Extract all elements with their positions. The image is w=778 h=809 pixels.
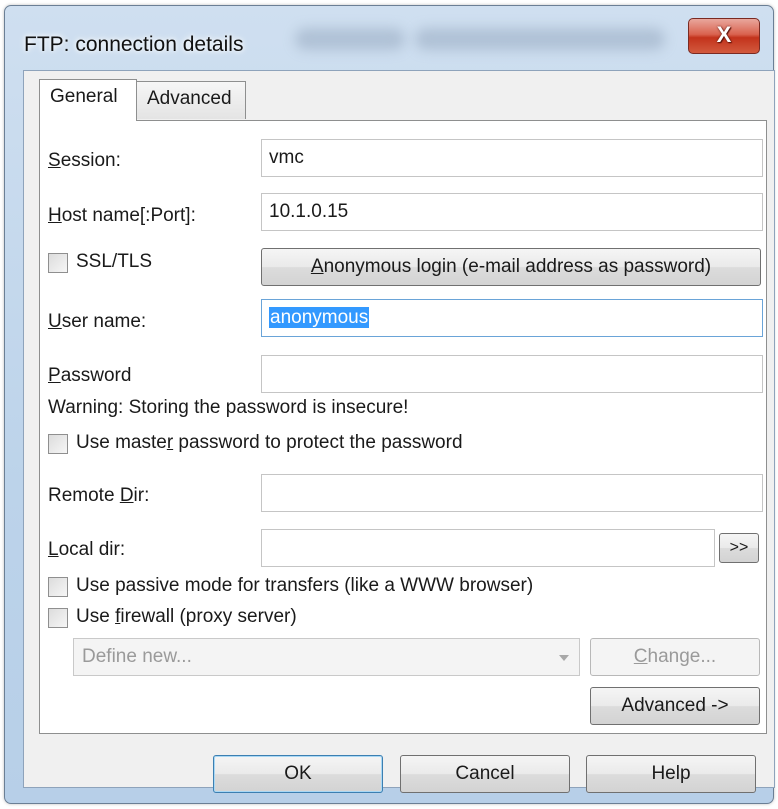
ssl-checkbox[interactable] [48, 253, 68, 273]
password-label: Password [48, 365, 132, 386]
advanced-button[interactable]: Advanced -> [590, 687, 760, 725]
browse-local-dir-button[interactable]: >> [719, 533, 759, 563]
remote-dir-input[interactable] [261, 474, 763, 512]
help-button[interactable]: Help [586, 755, 756, 793]
local-dir-label: Local dir: [48, 539, 126, 560]
password-input[interactable] [261, 355, 763, 393]
dialog-client: General Advanced Session: vmc Host name[… [23, 70, 775, 793]
chevron-down-icon [559, 655, 569, 661]
cancel-button[interactable]: Cancel [400, 755, 570, 793]
proxy-select-value: Define new... [82, 646, 192, 667]
title-bar[interactable]: FTP: connection details X [5, 6, 773, 70]
user-name-label: User name: [48, 311, 147, 332]
close-icon: X [716, 22, 732, 47]
session-input[interactable]: vmc [261, 139, 763, 177]
host-input[interactable]: 10.1.0.15 [261, 193, 763, 231]
selected-text: anonymous [269, 307, 370, 328]
session-label: Session: [48, 150, 121, 171]
background-blur [415, 28, 665, 50]
remote-dir-label: Remote Dir: [48, 485, 150, 506]
proxy-server-select[interactable]: Define new... [73, 638, 580, 676]
host-label: Host name[:Port]: [48, 205, 196, 226]
firewall-checkbox[interactable] [48, 608, 68, 628]
master-password-checkbox[interactable] [48, 434, 68, 454]
close-button[interactable]: X [688, 18, 760, 54]
window-title: FTP: connection details [24, 33, 244, 56]
dialog-window: FTP: connection details X General Advanc… [4, 5, 775, 804]
passive-mode-checkbox[interactable] [48, 577, 68, 597]
change-proxy-button[interactable]: Change... [590, 638, 760, 676]
tab-advanced[interactable]: Advanced [136, 81, 246, 119]
passive-mode-label: Use passive mode for transfers (like a W… [76, 575, 534, 596]
anonymous-login-button[interactable]: Anonymous login (e-mail address as passw… [261, 248, 761, 286]
firewall-label: Use firewall (proxy server) [76, 606, 297, 627]
tab-general[interactable]: General [39, 79, 137, 121]
background-blur [295, 28, 405, 50]
master-password-label: Use master password to protect the passw… [76, 432, 463, 453]
user-name-input[interactable]: anonymous [261, 299, 763, 337]
ok-button[interactable]: OK [213, 755, 383, 793]
general-panel: Session: vmc Host name[:Port]: 10.1.0.15… [39, 120, 767, 734]
password-warning: Warning: Storing the password is insecur… [48, 397, 409, 418]
ssl-label: SSL/TLS [76, 251, 153, 272]
local-dir-input[interactable] [261, 529, 715, 567]
